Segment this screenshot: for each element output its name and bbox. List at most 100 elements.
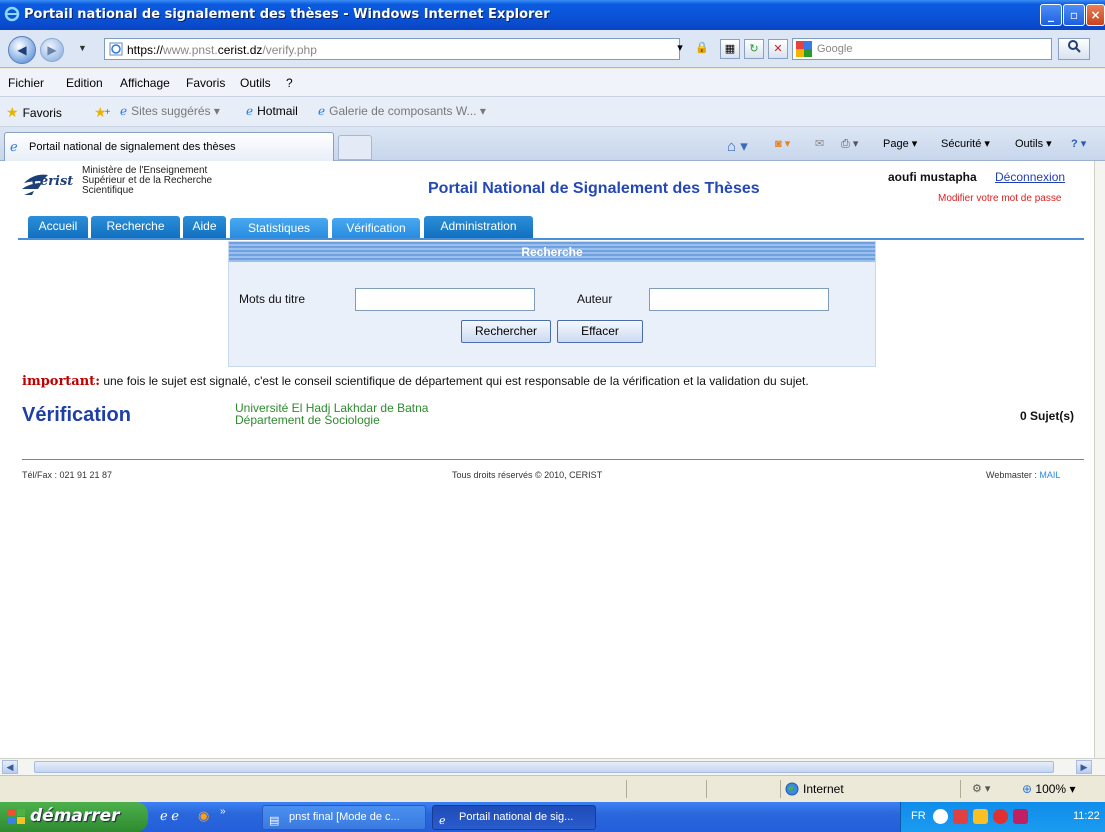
nav-statistiques[interactable]: Statistiques <box>230 218 328 238</box>
important-text: une fois le sujet est signalé, c'est le … <box>100 374 809 388</box>
forward-button[interactable]: ▶ <box>40 38 64 62</box>
add-favorite-icon[interactable]: ★ + <box>94 104 110 121</box>
taskbar-item-ie[interactable]: ℯ Portail national de sig... <box>432 805 596 830</box>
scroll-right-button[interactable]: ▶ <box>1076 760 1092 774</box>
change-password-link[interactable]: Modifier votre mot de passe <box>938 193 1061 204</box>
tray-back-icon[interactable] <box>933 809 948 824</box>
mail-icon[interactable]: ✉ <box>815 137 824 150</box>
maximize-button[interactable]: ▫ <box>1063 4 1085 26</box>
feeds-icon[interactable]: ◙ ▾ <box>775 137 790 150</box>
command-bar: ⌂ ▾ ◙ ▾ ✉ ⎙ ▾ Page ▾ Sécurité ▾ Outils ▾… <box>705 133 1105 155</box>
footer-webmaster: Webmaster : MAIL <box>986 470 1061 480</box>
footer-copyright: Tous droits réservés © 2010, CERIST <box>452 470 603 480</box>
webmaster-mail-link[interactable]: MAIL <box>1039 470 1060 480</box>
fav-suggested-sites[interactable]: ℯ Sites suggérés ▾ <box>120 104 220 118</box>
document-icon: ▤ <box>269 815 280 827</box>
scroll-thumb[interactable] <box>34 761 1054 773</box>
scroll-left-button[interactable]: ◀ <box>2 760 18 774</box>
logout-link[interactable]: Déconnexion <box>995 170 1065 184</box>
tray-app-icon[interactable] <box>953 809 968 824</box>
fav-gallery[interactable]: ℯ Galerie de composants W... ▾ <box>318 104 486 118</box>
protected-mode-icon[interactable]: ⚙ ▾ <box>972 782 990 795</box>
refresh-icon[interactable]: ↻ <box>744 39 764 59</box>
stop-icon[interactable]: ✕ <box>768 39 788 59</box>
minimize-button[interactable]: _ <box>1040 4 1062 26</box>
favorites-bar: ★ Favoris ★ + ℯ Sites suggérés ▾ ℯ Hotmai… <box>0 97 1105 127</box>
zoom-level[interactable]: ⊕ 100% ▾ <box>1022 782 1075 796</box>
nav-administration[interactable]: Administration <box>424 216 533 238</box>
menu-bar: Fichier Edition Affichage Favoris Outils… <box>0 69 1105 97</box>
tray-shield-icon[interactable] <box>973 809 988 824</box>
start-button[interactable]: démarrer <box>0 802 148 832</box>
title-words-input[interactable] <box>355 288 535 311</box>
university-info: Université El Hadj Lakhdar de Batna Dépa… <box>235 402 428 426</box>
fav-hotmail[interactable]: ℯ Hotmail <box>246 104 298 118</box>
search-placeholder: Google <box>817 43 853 55</box>
vertical-scrollbar[interactable] <box>1094 161 1105 758</box>
print-icon[interactable]: ⎙ ▾ <box>841 137 858 151</box>
menu-fichier[interactable]: Fichier <box>8 76 44 90</box>
search-panel-header: Recherche <box>229 242 875 262</box>
quicklaunch-browser-icon[interactable]: ◉ <box>198 808 209 824</box>
search-button[interactable]: Rechercher <box>461 320 551 343</box>
search-input[interactable]: Google <box>792 38 1052 60</box>
menu-help[interactable]: ? <box>286 76 293 90</box>
verification-title: Vérification <box>22 404 131 426</box>
ministry-name: Ministère de l'Enseignement Supérieur et… <box>82 165 213 196</box>
tray-k-icon[interactable] <box>1013 809 1028 824</box>
browser-tab-bar: ℯ Portail national de signalement des th… <box>0 127 1105 161</box>
help-icon[interactable]: ? ▾ <box>1071 137 1086 150</box>
new-tab-button[interactable] <box>338 135 372 160</box>
address-dropdown-icon[interactable]: ▾ <box>670 39 690 59</box>
clear-button[interactable]: Effacer <box>557 320 643 343</box>
nav-verification[interactable]: Vérification <box>332 218 420 238</box>
tools-menu[interactable]: Outils ▾ <box>1015 137 1052 150</box>
lock-icon[interactable]: 🔒 <box>692 39 712 59</box>
footer-phone: Tél/Fax : 021 91 21 87 <box>22 470 113 480</box>
author-input[interactable] <box>649 288 829 311</box>
address-toolbar: ◀ ▶ ▼ https://www.pnst.cerist.dz/verify.… <box>0 30 1105 68</box>
tray-antivirus-icon[interactable] <box>993 809 1008 824</box>
tab-title: Portail national de signalement des thès… <box>29 141 236 153</box>
page-viewport: cerist Ministère de l'Enseignement Supér… <box>0 161 1094 758</box>
menu-affichage[interactable]: Affichage <box>120 76 170 90</box>
nav-recherche[interactable]: Recherche <box>91 216 180 238</box>
search-go-button[interactable] <box>1058 38 1090 60</box>
menu-edition[interactable]: Edition <box>66 76 103 90</box>
important-label: important: <box>22 374 100 389</box>
nav-aide[interactable]: Aide <box>183 216 226 238</box>
quicklaunch-more-icon[interactable]: » <box>220 806 226 817</box>
security-menu[interactable]: Sécurité ▾ <box>941 137 990 150</box>
important-notice: important: une fois le sujet est signalé… <box>22 374 809 389</box>
department-name: Département de Sociologie <box>235 413 380 427</box>
tab-portail[interactable]: ℯ Portail national de signalement des th… <box>4 132 334 161</box>
menu-favoris[interactable]: Favoris <box>186 76 225 90</box>
compatibility-view-icon[interactable]: ▦ <box>720 39 740 59</box>
horizontal-scrollbar[interactable]: ◀ ▶ <box>0 758 1105 775</box>
cerist-logo-text: cerist <box>32 174 74 189</box>
page-menu[interactable]: Page ▾ <box>883 137 917 150</box>
back-button[interactable]: ◀ <box>8 36 36 64</box>
site-title: Portail National de Signalement des Thès… <box>428 180 760 197</box>
window-title: Portail national de signalement des thès… <box>24 7 550 22</box>
history-dropdown-icon[interactable]: ▼ <box>78 43 87 53</box>
security-zone[interactable]: Internet <box>785 782 844 796</box>
quicklaunch-ie-icon[interactable]: ℯ ℯ <box>160 808 179 824</box>
magnifier-icon <box>1068 40 1081 53</box>
windows-logo-icon <box>8 809 25 824</box>
language-indicator[interactable]: FR <box>911 810 926 822</box>
clock: 11:22 <box>1073 810 1100 822</box>
menu-outils[interactable]: Outils <box>240 76 271 90</box>
author-label: Auteur <box>577 292 613 306</box>
address-input[interactable]: https://www.pnst.cerist.dz/verify.php <box>104 38 680 60</box>
nav-accueil[interactable]: Accueil <box>28 216 88 238</box>
taskbar-item-word[interactable]: ▤ pnst final [Mode de c... <box>262 805 426 830</box>
taskbar: démarrer ℯ ℯ ◉ » ▤ pnst final [Mode de c… <box>0 802 1105 832</box>
nav-underline <box>18 238 1084 240</box>
window-titlebar[interactable]: Portail national de signalement des thès… <box>0 0 1105 30</box>
site-header: cerist Ministère de l'Enseignement Supér… <box>10 161 1084 241</box>
favorites-button[interactable]: ★ Favoris <box>6 104 62 121</box>
close-button[interactable]: × <box>1086 4 1105 26</box>
home-icon[interactable]: ⌂ ▾ <box>727 137 748 155</box>
system-tray: FR 11:22 <box>900 802 1105 832</box>
